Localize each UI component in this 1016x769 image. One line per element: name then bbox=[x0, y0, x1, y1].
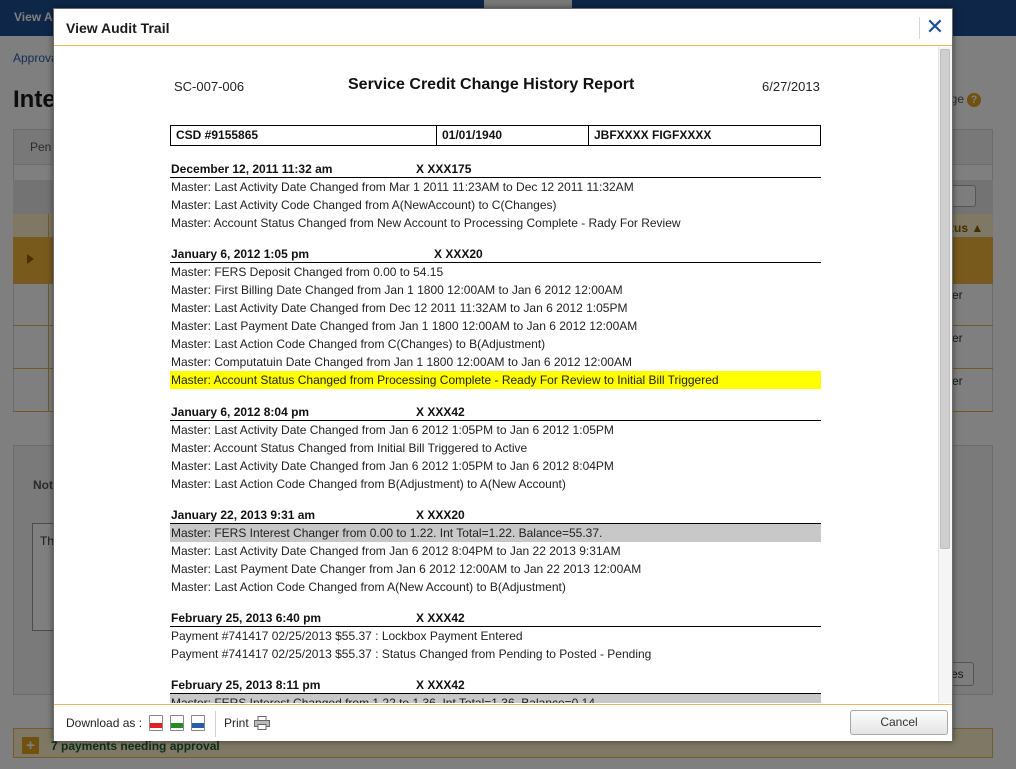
close-icon[interactable]: ✕ bbox=[925, 16, 945, 38]
footer-divider bbox=[215, 711, 216, 737]
audit-entry-date: January 22, 2013 9:31 am bbox=[171, 508, 316, 522]
audit-entry-user: X XXX42 bbox=[416, 405, 465, 419]
audit-entry-line: Master: FERS Interest Changer from 0.00 … bbox=[170, 524, 821, 542]
audit-entry-header: February 25, 2013 8:11 pm X XXX42 bbox=[170, 676, 821, 694]
audit-entry-line: Master: Computatuin Date Changed from Ja… bbox=[171, 355, 632, 369]
audit-entry-date: February 25, 2013 8:11 pm bbox=[171, 678, 321, 692]
audit-entry-header: January 6, 2012 1:05 pm X XXX20 bbox=[170, 245, 821, 263]
audit-entry-line: Master: Last Action Code Changed from C(… bbox=[171, 337, 546, 351]
report-viewer[interactable]: SC-007-006 Service Credit Change History… bbox=[54, 47, 952, 703]
audit-entry-date: January 6, 2012 1:05 pm bbox=[171, 247, 310, 261]
audit-entry-date: December 12, 2011 11:32 am bbox=[171, 162, 333, 176]
csd-number: CSD #9155865 bbox=[176, 128, 259, 142]
audit-entry: December 12, 2011 11:32 am X XXX175 Master… bbox=[170, 160, 821, 232]
audit-entry-line: Master: Last Activity Date Changed from … bbox=[171, 180, 634, 194]
audit-trail-dialog: View Audit Trail ✕ SC-007-006 Service Cr… bbox=[53, 8, 953, 741]
audit-entry: January 6, 2012 1:05 pm X XXX20 Master: FE… bbox=[170, 245, 821, 389]
audit-entry-date: February 25, 2013 6:40 pm bbox=[171, 611, 322, 625]
pdf-icon[interactable] bbox=[149, 715, 163, 731]
audit-entry-line: Master: Last Activity Date Changed from … bbox=[171, 544, 621, 558]
audit-entry-user: X XXX42 bbox=[416, 678, 465, 692]
audit-entry-header: January 22, 2013 9:31 am X XXX20 bbox=[170, 506, 821, 524]
scrollbar-thumb[interactable] bbox=[940, 49, 950, 549]
audit-entry-line: Master: Account Status Changed from New … bbox=[171, 216, 681, 230]
audit-entry-header: February 25, 2013 6:40 pm X XXX42 bbox=[170, 609, 821, 627]
audit-entry: January 6, 2012 8:04 pm X XXX42 Master: La… bbox=[170, 403, 821, 493]
audit-entry-line: Master: Last Activity Code Changed from … bbox=[171, 198, 557, 212]
audit-entry-user: X XXX20 bbox=[416, 508, 465, 522]
report-title: Service Credit Change History Report bbox=[348, 76, 635, 93]
excel-icon[interactable] bbox=[170, 715, 184, 731]
audit-entry-line: Master: Account Status Changed from Proc… bbox=[170, 371, 821, 389]
audit-entry-line: Master: Account Status Changed from Init… bbox=[171, 441, 528, 455]
audit-entry-line: Payment #741417 02/25/2013 $55.37 : Lock… bbox=[171, 629, 523, 643]
audit-entry-line: Master: Last Payment Date Changed from J… bbox=[171, 319, 638, 333]
audit-entry: January 22, 2013 9:31 am X XXX20 Master: F… bbox=[170, 506, 821, 596]
dialog-header: View Audit Trail ✕ bbox=[54, 9, 952, 46]
dialog-footer: Download as : Print Cancel bbox=[54, 704, 952, 741]
audit-entry-user: X XXX175 bbox=[416, 162, 472, 176]
header-divider bbox=[919, 17, 920, 39]
audit-entry-line: Master: Last Action Code Changed from A(… bbox=[171, 580, 566, 594]
account-name: JBFXXXX FIGFXXXX bbox=[594, 128, 712, 142]
audit-entry-date: January 6, 2012 8:04 pm bbox=[171, 405, 310, 419]
audit-entry: February 25, 2013 6:40 pm X XXX42 Payment … bbox=[170, 609, 821, 663]
account-info-table: CSD #9155865 01/01/1940 JBFXXXX FIGFXXXX bbox=[170, 125, 821, 146]
print-link[interactable]: Print bbox=[224, 716, 249, 730]
audit-entry-line: Payment #741417 02/25/2013 $55.37 : Stat… bbox=[171, 647, 652, 661]
cancel-button[interactable]: Cancel bbox=[850, 710, 948, 735]
audit-entry-user: X XXX20 bbox=[434, 247, 483, 261]
audit-entry-header: January 6, 2012 8:04 pm X XXX42 bbox=[170, 403, 821, 421]
report-date: 6/27/2013 bbox=[762, 79, 820, 94]
audit-entry-line: Master: Last Action Code Changed from B(… bbox=[171, 477, 566, 491]
audit-entry-line: Master: Last Activity Date Changed from … bbox=[171, 423, 614, 437]
audit-entry-line: Master: Last Payment Date Changer from J… bbox=[171, 562, 642, 576]
dialog-title: View Audit Trail bbox=[66, 20, 170, 36]
date-of-birth: 01/01/1940 bbox=[442, 128, 503, 142]
report-id: SC-007-006 bbox=[174, 79, 245, 94]
printer-icon[interactable] bbox=[254, 716, 270, 730]
audit-entry-line: Master: Last Activity Date Changed from … bbox=[171, 459, 614, 473]
audit-entry-header: December 12, 2011 11:32 am X XXX175 bbox=[170, 160, 821, 178]
audit-entry-line: Master: Last Activity Date Changed from … bbox=[171, 301, 628, 315]
audit-entry-line: Master: FERS Interest Changed from 1.22 … bbox=[170, 694, 821, 703]
audit-entry-line: Master: First Billing Date Changed from … bbox=[171, 283, 623, 297]
audit-entry-user: X XXX42 bbox=[416, 611, 465, 625]
audit-entry-line: Master: FERS Deposit Changed from 0.00 t… bbox=[171, 265, 444, 279]
word-icon[interactable] bbox=[191, 715, 205, 731]
audit-entry: February 25, 2013 8:11 pm X XXX42 Master: … bbox=[170, 676, 821, 703]
download-label: Download as : bbox=[66, 716, 143, 730]
